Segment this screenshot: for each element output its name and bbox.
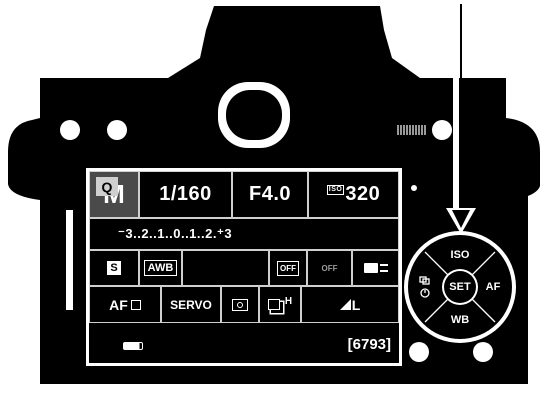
bottom-button-right[interactable]	[473, 342, 493, 362]
white-balance-icon: AWB	[143, 260, 178, 276]
quick-control-label: Q	[101, 178, 113, 195]
wifi-off-icon: OFF	[321, 263, 338, 273]
dpad-set-button[interactable]: SET	[449, 281, 470, 293]
iso-cell[interactable]: ISO 320	[308, 171, 399, 218]
af-area-cell[interactable]: AF	[89, 286, 161, 323]
drive-mode-cell[interactable]: H	[259, 286, 301, 323]
image-quality: L	[351, 296, 361, 313]
af-mode-cell[interactable]: SERVO	[161, 286, 221, 323]
left-hole-outer	[60, 120, 80, 140]
af-mode: SERVO	[170, 297, 212, 312]
iso-value: 320	[345, 183, 381, 205]
drive-icon	[267, 299, 280, 310]
drive-speed: H	[284, 296, 293, 307]
aperture-cell[interactable]: F4.0	[232, 171, 308, 218]
left-strip	[66, 210, 73, 310]
lcd-screen: M 1/160 F4.0 ISO 320 ⁻3..2..1..0..1..2.⁺…	[86, 168, 402, 366]
camera-settings-icon	[363, 263, 378, 273]
image-quality-cell[interactable]: L	[301, 286, 399, 323]
shots-remaining: [6793]	[347, 335, 391, 353]
quality-icon	[339, 299, 351, 310]
wifi-cell[interactable]: OFF	[307, 250, 352, 286]
picture-style-icon: S	[107, 261, 121, 275]
picture-style-cell[interactable]: S	[89, 250, 139, 286]
dpad-wb-label[interactable]: WB	[451, 314, 469, 326]
camera-settings-cell[interactable]	[352, 250, 399, 286]
right-hole-inner	[432, 120, 452, 140]
af-area-icon	[130, 299, 141, 310]
left-hole-inner	[107, 120, 127, 140]
white-balance-cell[interactable]: AWB	[139, 250, 182, 286]
aperture: F4.0	[248, 183, 292, 205]
metering-icon	[232, 298, 248, 311]
battery-icon	[123, 342, 143, 350]
metering-cell[interactable]	[221, 286, 259, 323]
quick-control-button[interactable]: Q	[96, 177, 118, 196]
viewfinder-eyepiece	[218, 82, 290, 148]
shots-remaining-cell: [6793]	[239, 329, 399, 359]
bottom-button-left[interactable]	[409, 342, 429, 362]
flash-cell[interactable]: OFF	[269, 250, 307, 286]
iso-icon: ISO	[326, 185, 345, 195]
exposure-scale: ⁻3..2..1..0..1..2.⁺3	[118, 226, 233, 241]
af-label: AF	[109, 296, 128, 313]
empty-cell	[182, 250, 269, 286]
dpad-iso-label[interactable]: ISO	[451, 249, 470, 261]
indicator-dot	[411, 185, 417, 191]
shutter-speed: 1/160	[159, 183, 212, 205]
dpad-af-label[interactable]: AF	[486, 281, 501, 293]
shutter-speed-cell[interactable]: 1/160	[139, 171, 232, 218]
menu-lines-icon	[379, 264, 388, 272]
flash-off-icon: OFF	[277, 260, 299, 276]
camera-back-illustration: M 1/160 F4.0 ISO 320 ⁻3..2..1..0..1..2.⁺…	[0, 0, 546, 397]
exposure-level-cell[interactable]: ⁻3..2..1..0..1..2.⁺3	[89, 218, 399, 250]
